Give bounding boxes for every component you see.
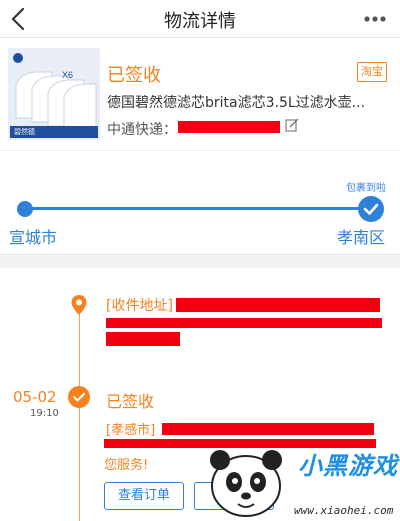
package-card[interactable]: X6 碧然德 已签收 淘宝 德国碧然德滤芯brita滤芯3.5L过滤水壶... … xyxy=(0,38,400,150)
more-dots-icon xyxy=(364,16,386,22)
location-pin-icon xyxy=(71,295,87,315)
address-redacted-3 xyxy=(106,332,180,346)
event-time: 19:10 xyxy=(30,408,59,419)
event-title: 已签收 xyxy=(106,392,155,411)
product-thumbnail[interactable]: X6 碧然德 xyxy=(8,48,100,140)
product-name: 德国碧然德滤芯brita滤芯3.5L过滤水壶... xyxy=(107,95,366,111)
thumbnail-pack-count: X6 xyxy=(62,70,74,80)
address-label: [收件地址] xyxy=(106,298,173,314)
courier-label: 中通快递： xyxy=(107,122,177,138)
platform-badge: 淘宝 xyxy=(357,62,387,82)
nav-header: 物流详情 xyxy=(0,0,400,38)
event-detail-redacted-1 xyxy=(162,423,374,435)
panda-logo-icon xyxy=(210,450,282,517)
route-start-dot xyxy=(17,201,33,217)
event-check-dot xyxy=(68,386,90,408)
event-location: [孝感市] xyxy=(106,423,156,438)
watermark-url: www.xiaohei.com xyxy=(294,504,394,517)
check-icon xyxy=(363,203,379,215)
destination-city: 孝南区 xyxy=(336,228,385,247)
address-redacted-1 xyxy=(176,298,380,312)
route-line xyxy=(25,207,370,210)
delivery-status: 已签收 xyxy=(107,65,161,86)
route-progress: 包裹到啦 宣城市 孝南区 xyxy=(0,150,400,254)
more-button[interactable] xyxy=(362,8,388,30)
view-order-button[interactable]: 查看订单 xyxy=(104,482,184,510)
thumbnail-tagline: 碧然德 xyxy=(14,129,35,136)
edit-icon[interactable] xyxy=(285,118,299,132)
address-redacted-2 xyxy=(106,318,382,328)
watermark-brand: 小黑游戏 xyxy=(298,452,398,480)
route-end-check xyxy=(358,196,384,222)
arrived-tag: 包裹到啦 xyxy=(346,183,386,194)
tracking-number-redacted xyxy=(178,121,280,133)
site-watermark: 小黑游戏 www.xiaohei.com xyxy=(202,440,400,521)
page-title: 物流详情 xyxy=(164,11,236,32)
event-detail-tail: 您服务! xyxy=(104,458,149,473)
event-date: 05-02 xyxy=(13,388,57,406)
check-icon xyxy=(72,392,86,402)
origin-city: 宣城市 xyxy=(9,228,58,247)
timeline-line xyxy=(79,308,80,521)
section-divider xyxy=(0,254,400,268)
